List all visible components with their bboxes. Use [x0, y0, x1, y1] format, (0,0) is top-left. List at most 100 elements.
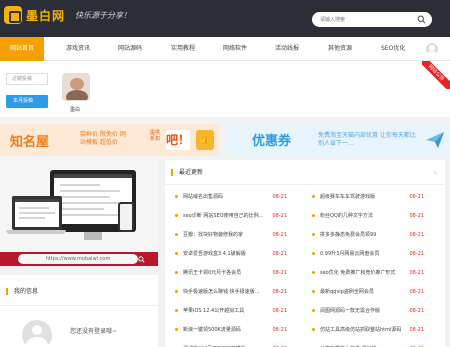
laptop-mockup — [12, 196, 62, 230]
nav-item-activities[interactable]: 活动线报 — [275, 37, 299, 61]
monthly-posts-button[interactable]: 本月投稿 — [6, 95, 48, 108]
list-item-title[interactable]: 超级赛车车车驾驶游戏版 — [320, 193, 404, 200]
nav-item-game-news[interactable]: 游戏资讯 — [66, 37, 90, 61]
nav-item-tutorials[interactable]: 实用教程 — [171, 37, 195, 61]
list-item-date: 08-21 — [272, 326, 287, 333]
list-item[interactable]: 豆瓣：找块好物装修我的家 08-21 — [175, 230, 287, 239]
list-item-title[interactable]: 拼多多静态免费会员领99 — [320, 231, 404, 238]
list-item[interactable]: 安卓爱吾游戏盒3.4.1破解版 08-21 — [175, 249, 287, 258]
bullet-icon — [175, 290, 178, 293]
nav-item-other[interactable]: 其他资源 — [328, 37, 352, 61]
list-item[interactable]: 腾讯王卡领0元月卡各会员 08-21 — [175, 268, 287, 277]
list-item-title[interactable]: 网站域名出售源码 — [183, 193, 267, 200]
list-item-title[interactable]: 粉丝QQ的几种文字方法 — [320, 212, 404, 219]
list-item[interactable]: 阅图网源码一款无需合作版 08-21 — [312, 306, 424, 315]
bullet-icon — [175, 328, 178, 331]
list-item-title[interactable]: seo优化 免费推广和竞价推广形式 — [320, 269, 404, 276]
nav-item-source-code[interactable]: 网站源码 — [118, 37, 142, 61]
list-item[interactable]: 超级赛车车车驾驶游戏版 08-21 — [312, 192, 424, 201]
list-item[interactable]: 0.99升3月网易云网盘会员 08-21 — [312, 249, 424, 258]
banner-left-title: 知名屋 — [10, 135, 50, 150]
promo-banner-left[interactable]: 知名屋 尝鲜价 限免价 网站模板 超低价 提供 折扣 吧！ 👍 — [0, 124, 220, 156]
list-item-date: 08-21 — [272, 288, 287, 295]
thumbs-up-icon: 👍 — [196, 130, 214, 150]
latest-title: 最近更新 — [171, 169, 203, 176]
bullet-icon — [312, 290, 315, 293]
bullet-icon — [175, 252, 178, 255]
list-item-date: 08-21 — [272, 193, 287, 200]
login-prompt[interactable]: 您还没有登录哦~ — [70, 326, 117, 335]
bullet-icon — [175, 214, 178, 217]
user-icon[interactable] — [426, 43, 438, 55]
list-item-date: 08-21 — [409, 288, 424, 295]
banner-left-box: 提供 折扣 — [150, 130, 161, 142]
logo-text: 墨白网 — [26, 8, 66, 23]
list-item-title[interactable]: 快手极速版怎么赚钱 快手极速版… — [183, 288, 267, 295]
author-card: 网站公告 近期投稿 本月投稿 墨白 — [0, 61, 450, 117]
list-item-title[interactable]: 阅图网源码一款无需合作版 — [320, 307, 404, 314]
site-header: 墨白网 快乐源于分享！ — [0, 0, 450, 37]
bullet-icon — [312, 328, 315, 331]
info-title: 我的信息 — [6, 288, 38, 295]
recent-posts-button[interactable]: 近期投稿 — [6, 73, 48, 85]
bullet-icon — [175, 233, 178, 236]
list-item[interactable]: 快手极速版怎么赚钱 快手极速版… 08-21 — [175, 287, 287, 296]
bullet-icon — [175, 271, 178, 274]
magnifier-icon — [138, 256, 145, 263]
latest-updates: 最近更新 › 网站域名出售源码 08-21 seo诊断 网站SEO使用自己的比例… 0… — [165, 160, 445, 347]
search-box — [312, 12, 432, 27]
list-item[interactable]: 苹果iOS 12.4公开越狱工具 08-21 — [175, 306, 287, 315]
my-info-panel: 我的信息 您还没有登录哦~ — [0, 275, 158, 347]
bullet-icon — [312, 252, 315, 255]
featured-showcase[interactable]: https://www.mobaiwl.com — [0, 160, 158, 266]
list-item[interactable]: 网站域名出售源码 08-21 — [175, 192, 287, 201]
nav-item-software[interactable]: 网络软件 — [223, 37, 247, 61]
list-item[interactable]: 仿站工具高级仿站抓取整站html源码 08-21 — [312, 325, 424, 334]
main-nav: 网站首页 游戏资讯 网站源码 实用教程 网络软件 活动线报 其他资源 SEO优化 — [0, 37, 450, 61]
list-item-date: 08-21 — [272, 307, 287, 314]
promo-banner-right[interactable]: 优惠券 免费淘宝天猫内部优惠 让你每天都比别人省下一… — [228, 124, 450, 156]
bullet-icon — [312, 271, 315, 274]
more-arrow-icon[interactable]: › — [434, 168, 437, 177]
list-item[interactable]: 粉丝QQ的几种文字方法 08-21 — [312, 211, 424, 220]
list-item[interactable]: 拼多多静态免费会员领99 08-21 — [312, 230, 424, 239]
list-item[interactable]: seo诊断 网站SEO使用自己的比例… 08-21 — [175, 211, 287, 220]
list-item-title[interactable]: seo诊断 网站SEO使用自己的比例… — [183, 212, 267, 219]
list-item[interactable]: 新浪一键领500K流量源码 08-21 — [175, 325, 287, 334]
list-item-date: 08-21 — [272, 250, 287, 257]
list-item-date: 08-21 — [409, 269, 424, 276]
bullet-icon — [312, 233, 315, 236]
phone-mockup — [118, 202, 134, 232]
list-item-title[interactable]: 新浪一键领500K流量源码 — [183, 326, 267, 333]
list-item-title[interactable]: 0.99升3月网易云网盘会员 — [320, 250, 404, 257]
bullet-icon — [312, 195, 315, 198]
device-mockup-image — [0, 160, 158, 252]
list-item[interactable]: 最新qqvip盗刷全网会员 08-21 — [312, 287, 424, 296]
list-item-date: 08-21 — [409, 250, 424, 257]
list-item-title[interactable]: 苹果iOS 12.4公开越狱工具 — [183, 307, 267, 314]
nav-item-seo[interactable]: SEO优化 — [381, 37, 405, 61]
nav-item-home[interactable]: 网站首页 — [0, 37, 45, 61]
bullet-icon — [312, 309, 315, 312]
banner-right-title: 优惠券 — [252, 134, 292, 149]
list-item-title[interactable]: 安卓爱吾游戏盒3.4.1破解版 — [183, 250, 267, 257]
site-slogan: 快乐源于分享！ — [75, 10, 132, 20]
notice-badge: 网站公告 — [422, 61, 450, 89]
list-item-date: 08-21 — [409, 231, 424, 238]
author-name[interactable]: 墨白 — [70, 106, 80, 113]
bullet-icon — [175, 195, 178, 198]
list-item-title[interactable]: 仿站工具高级仿站抓取整站html源码 — [320, 326, 404, 333]
search-input[interactable] — [312, 12, 412, 27]
banner-right-text: 免费淘宝天猫内部优惠 让你每天都比别人省下一… — [318, 132, 416, 147]
list-item-title[interactable]: 最新qqvip盗刷全网会员 — [320, 288, 404, 295]
list-item-date: 08-21 — [409, 326, 424, 333]
paper-plane-icon — [426, 132, 444, 148]
list-item-title[interactable]: 豆瓣：找块好物装修我的家 — [183, 231, 267, 238]
list-item-date: 08-21 — [272, 231, 287, 238]
search-icon[interactable] — [417, 15, 426, 24]
author-avatar[interactable] — [62, 73, 90, 101]
list-item-title[interactable]: 腾讯王卡领0元月卡各会员 — [183, 269, 267, 276]
site-url: https://www.mobaiwl.com — [18, 254, 138, 264]
list-item[interactable]: seo优化 免费推广和竞价推广形式 08-21 — [312, 268, 424, 277]
site-logo[interactable]: 墨白网 快乐源于分享！ — [4, 6, 131, 24]
